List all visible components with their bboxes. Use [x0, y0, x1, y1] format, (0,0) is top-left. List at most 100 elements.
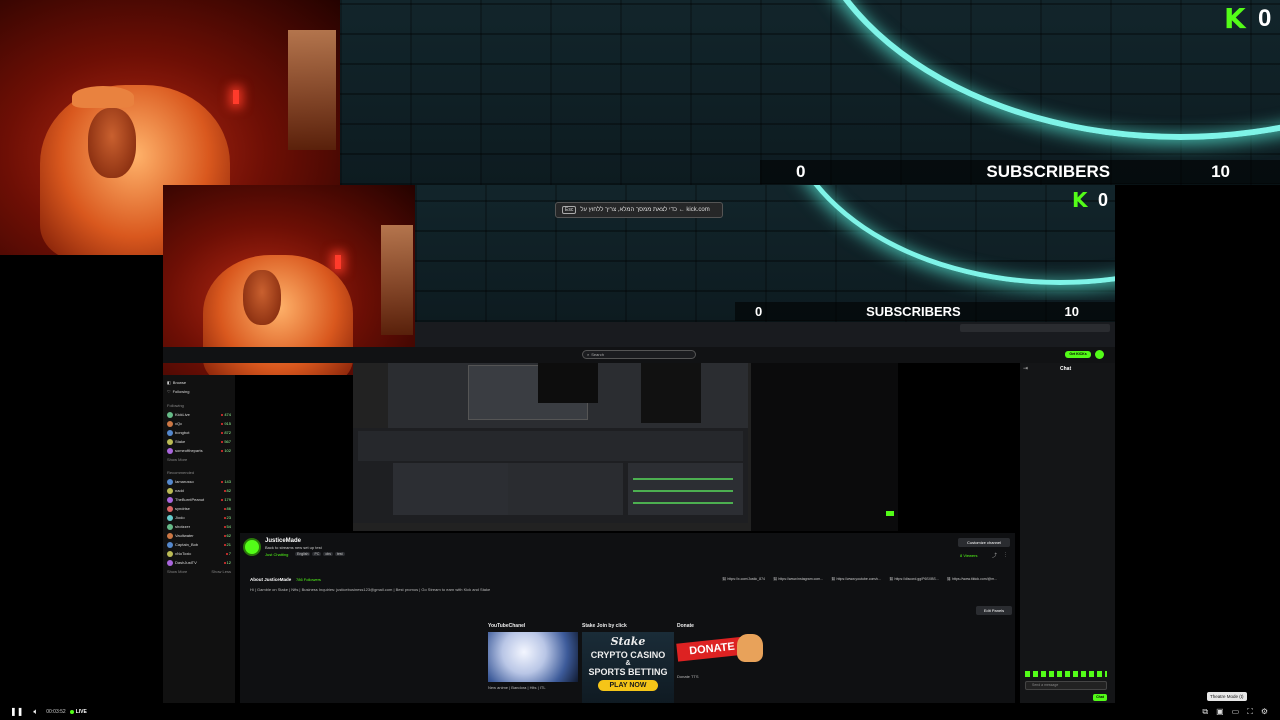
social-link[interactable]: ⛓ https://www.youtube.com/c... — [831, 577, 881, 581]
channel-name: Jiodo — [175, 515, 185, 520]
panel-stake-banner[interactable]: Stake CRYPTO CASINO & SPORTS BETTING PLA… — [582, 632, 674, 704]
recommended-item[interactable]: xNoToxic 7 — [163, 549, 235, 558]
recommended-item[interactable]: Iamarusso 143 — [163, 477, 235, 486]
chat-send-button[interactable]: Chat — [1093, 694, 1107, 701]
live-dot — [221, 481, 224, 483]
show-more-2[interactable]: Show More — [167, 569, 187, 574]
viewer-count: 143 — [221, 479, 231, 484]
viewer-count: 915 — [221, 421, 231, 426]
stake-line1: CRYPTO CASINO — [590, 650, 666, 660]
customize-channel-button[interactable]: Customize channel — [958, 538, 1010, 547]
settings-gear-icon[interactable]: ⚙ — [1261, 707, 1268, 717]
follower-count: 786 Followers — [296, 577, 321, 582]
channel-avatar — [167, 487, 173, 494]
following-item[interactable]: someoftheparts 102 — [163, 446, 235, 455]
tag-chip[interactable]: PC — [312, 552, 322, 556]
viewer-count: 54 — [223, 524, 231, 529]
recommended-item[interactable]: Vaultwater 62 — [163, 531, 235, 540]
stream-time: 00:03:52 — [46, 708, 66, 715]
viewer-count: 8 Viewers — [960, 553, 978, 558]
live-dot — [223, 517, 226, 519]
channel-avatar[interactable] — [243, 538, 261, 556]
panel-stake: Stake Join by click Stake CRYPTO CASINO … — [582, 623, 674, 704]
subscriber-goal-bar-top: 0 SUBSCRIBERS 10 — [760, 160, 1280, 184]
live-dot — [223, 526, 226, 528]
channel-name[interactable]: JusticeMade — [265, 538, 301, 544]
hand-icon — [737, 634, 763, 662]
following-header: Following — [167, 403, 184, 408]
play-now-button[interactable]: PLAY NOW — [598, 680, 658, 691]
volume-icon[interactable]: 🔈︎ — [33, 707, 38, 717]
tag-chip[interactable]: obs — [323, 552, 334, 556]
sidebar-browse[interactable]: ◧ Browse — [163, 378, 235, 387]
channel-info: JusticeMade Back to streams new set up t… — [240, 533, 1015, 623]
channel-avatar — [167, 523, 173, 530]
search-input[interactable]: ⌕ Search — [582, 350, 696, 359]
recommended-item[interactable]: shotzzer 54 — [163, 522, 235, 531]
channel-name: Vaultwater — [175, 533, 194, 538]
following-item[interactable]: bongbot 872 — [163, 428, 235, 437]
social-link[interactable]: ⛓ https://www.tiktok.com/@m... — [947, 577, 997, 581]
kick-logo-icon: K — [1224, 2, 1246, 35]
channel-avatar — [167, 505, 173, 512]
video-player[interactable] — [353, 363, 898, 531]
pip-icon[interactable]: ▣ — [1216, 707, 1224, 717]
stream-category[interactable]: Just Chatting — [265, 552, 288, 557]
recommended-item[interactable]: TheBurntPeanut 179 — [163, 495, 235, 504]
panel-donate: Donate DONATE Donate TTS — [676, 623, 765, 679]
social-link[interactable]: ⛓ https://discord.gg/P6SXBS... — [889, 577, 939, 581]
collapse-chat-icon[interactable]: ⇥ — [1023, 365, 1028, 372]
chat-input[interactable]: Send a message — [1025, 681, 1107, 690]
tag-chip[interactable]: test — [335, 552, 345, 556]
viewer-count: 86 — [223, 506, 231, 511]
sidebar-following[interactable]: ♡ Following — [163, 387, 235, 396]
theatre-mode-icon[interactable]: ▭ — [1232, 707, 1240, 717]
channel-name: someoftheparts — [175, 448, 203, 453]
following-item[interactable]: KickLive 474 — [163, 410, 235, 419]
panel-youtube-title: YouTubeChanel — [488, 623, 526, 629]
browse-icon: ◧ — [167, 380, 171, 385]
fullscreen-icon[interactable]: ⛶ — [1247, 707, 1253, 717]
panel-donate-title: Donate — [677, 623, 694, 629]
share-icon[interactable]: ⤴ — [992, 552, 997, 559]
channel-name: xQc — [175, 421, 183, 426]
show-less[interactable]: Show Less — [211, 569, 231, 574]
live-label: LIVE — [75, 708, 87, 715]
recommended-item[interactable]: DashJustTV 12 — [163, 558, 235, 567]
live-dot — [69, 709, 74, 714]
channel-avatar — [167, 478, 173, 485]
panel-youtube-image[interactable] — [488, 632, 578, 682]
live-dot — [221, 432, 224, 434]
edit-panels-button[interactable]: Edit Panels — [976, 606, 1012, 615]
clip-icon[interactable]: ⧉ — [1202, 707, 1208, 717]
recommended-list: Iamarusso 143 nadd 82 TheBurntPeanut 179 syndr… — [163, 477, 235, 567]
more-icon[interactable]: ⋮ — [1003, 552, 1008, 558]
show-more-less[interactable]: Show More Show Less — [163, 567, 235, 576]
pause-icon[interactable]: ❚❚ — [10, 707, 23, 716]
about-label: About JusticeMade — [250, 577, 292, 582]
viewer-count: 179 — [221, 497, 231, 502]
recommended-header: Recommended — [167, 470, 195, 475]
channel-name: bongbot — [175, 430, 190, 435]
following-item[interactable]: xQc 915 — [163, 419, 235, 428]
channel-name: Captain_Bob — [175, 542, 199, 547]
panel-donate-image[interactable]: DONATE — [676, 632, 765, 672]
following-item[interactable]: Stake 567 — [163, 437, 235, 446]
recommended-item[interactable]: syndrise 86 — [163, 504, 235, 513]
channel-name: KickLive — [175, 412, 190, 417]
channel-avatar — [167, 496, 173, 503]
recommended-item[interactable]: Captain_Bob 21 — [163, 540, 235, 549]
show-more-link[interactable]: Show More — [163, 455, 235, 464]
social-link[interactable]: ⛓ https://x.com/Justic_874 — [722, 577, 765, 581]
social-link[interactable]: ⛓ https://www.instagram.com... — [773, 577, 823, 581]
recommended-item[interactable]: nadd 82 — [163, 486, 235, 495]
nested-chat-send — [886, 511, 894, 516]
get-kicks-button[interactable]: Get KICKs — [1065, 351, 1091, 358]
user-avatar[interactable] — [1095, 350, 1104, 359]
tag-chip[interactable]: English — [295, 552, 311, 556]
chat-panel: ⇥ Chat Send a message Chat — [1020, 363, 1115, 703]
theatre-mode-tooltip: Theatre Mode (t) — [1207, 692, 1247, 701]
panel-youtube: YouTubeChanel New anime | Bandora | Hits… — [488, 623, 578, 690]
live-dot — [223, 490, 226, 492]
recommended-item[interactable]: Jiodo 23 — [163, 513, 235, 522]
